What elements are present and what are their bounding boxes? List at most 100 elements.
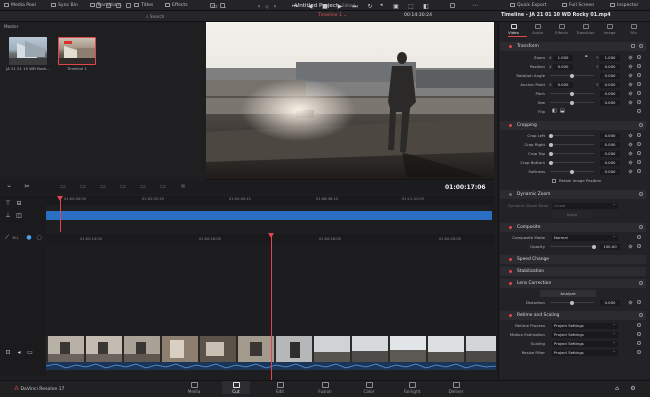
page-tab-media[interactable]: Media: [180, 381, 208, 394]
loop-icon[interactable]: ↻: [367, 4, 373, 10]
crop-bottom-slider[interactable]: [550, 162, 594, 163]
rotation-field[interactable]: 0.000: [600, 72, 620, 79]
opacity-slider[interactable]: [550, 246, 594, 247]
inspector-button[interactable]: Inspector: [610, 2, 638, 9]
enable-dot-icon[interactable]: [509, 124, 512, 127]
audio-icon[interactable]: ◧: [423, 4, 429, 10]
yaw-field[interactable]: 0.000: [600, 99, 620, 106]
slider-knob[interactable]: [570, 300, 574, 305]
home-icon[interactable]: ⌂: [614, 386, 620, 392]
opacity-field[interactable]: 100.00: [600, 243, 620, 250]
link-icon[interactable]: ⚭: [584, 53, 588, 62]
keyframe-icon[interactable]: [628, 99, 633, 105]
tab-file[interactable]: File: [622, 24, 645, 35]
anchor-y-field[interactable]: 0.000: [600, 81, 620, 88]
full-screen-button[interactable]: Full Screen: [562, 2, 594, 9]
keyframe-icon[interactable]: [628, 81, 633, 87]
page-tab-deliver[interactable]: Deliver: [442, 381, 470, 394]
sync-icon[interactable]: ●: [26, 235, 32, 241]
viewer-options-icon[interactable]: [450, 3, 455, 8]
slider-knob[interactable]: [549, 160, 553, 165]
keyframe-icon[interactable]: [628, 243, 633, 249]
lens-correction-section-header[interactable]: Lens Correction: [500, 279, 646, 288]
analyze-button[interactable]: Analyze: [540, 290, 596, 297]
stop-icon[interactable]: ■: [322, 4, 328, 10]
play-icon[interactable]: ▶: [337, 4, 343, 10]
tab-audio[interactable]: Audio: [526, 24, 549, 35]
playhead-line[interactable]: [271, 233, 272, 380]
reset-icon[interactable]: [637, 235, 641, 239]
reset-icon[interactable]: [637, 133, 641, 137]
lock-icon[interactable]: ⊟: [16, 201, 22, 207]
effects-button[interactable]: Effects: [165, 2, 188, 9]
next-clip-icon[interactable]: ›: [272, 4, 278, 10]
list-view-icon[interactable]: [106, 3, 111, 8]
video-frame[interactable]: [206, 22, 494, 179]
view-options-icon[interactable]: ⌄: [222, 4, 228, 10]
video-track-icon[interactable]: ▭: [27, 350, 33, 356]
jump-start-icon[interactable]: ⏮: [292, 4, 298, 10]
reset-icon[interactable]: [639, 225, 643, 229]
ripple-overwrite-icon[interactable]: ▭: [100, 184, 106, 190]
search-field[interactable]: ⌕ Search: [146, 13, 202, 20]
zoom-y-field[interactable]: 1.000: [600, 54, 620, 61]
slider-knob[interactable]: [570, 100, 574, 105]
place-on-top-icon[interactable]: ▭: [140, 184, 146, 190]
distortion-field[interactable]: 0.000: [600, 299, 620, 306]
track-view-icon[interactable]: ⊥: [5, 213, 11, 219]
retime-process-dropdown[interactable]: Project Settings: [552, 321, 618, 329]
enable-dot-icon[interactable]: [509, 282, 512, 285]
reset-icon[interactable]: [639, 281, 643, 285]
keyframe-icon[interactable]: [628, 159, 633, 165]
retain-checkbox[interactable]: [552, 178, 556, 183]
timeline-name[interactable]: Timeline 1 ⌄: [318, 13, 347, 18]
pitch-field[interactable]: 0.000: [600, 90, 620, 97]
speaker-icon[interactable]: ◂: [380, 3, 385, 8]
razor-icon[interactable]: ⌁: [6, 184, 12, 190]
reset-icon[interactable]: [637, 73, 641, 77]
settings-gear-icon[interactable]: ⚙: [630, 386, 636, 392]
enable-dot-icon[interactable]: [509, 193, 512, 196]
mute-icon[interactable]: ◌: [36, 235, 42, 241]
track-settings-icon[interactable]: ⊤: [5, 201, 11, 207]
grid-view-icon[interactable]: [96, 3, 101, 8]
reset-icon[interactable]: [637, 350, 641, 354]
prev-clip-icon[interactable]: ‹: [256, 4, 262, 10]
sync-bin-button[interactable]: Sync Bin: [51, 2, 78, 9]
reset-icon[interactable]: [639, 123, 643, 127]
page-tab-edit[interactable]: Edit: [266, 381, 294, 394]
crop-top-field[interactable]: 0.000: [600, 150, 620, 157]
crop-left-field[interactable]: 0.000: [600, 132, 620, 139]
upper-playhead[interactable]: [60, 196, 61, 232]
slider-knob[interactable]: [549, 133, 553, 138]
reset-icon[interactable]: [637, 323, 641, 327]
enable-dot-icon[interactable]: [509, 270, 512, 273]
flip-vertical-icon[interactable]: ⬓: [560, 107, 565, 116]
swap-button[interactable]: Swap: [552, 211, 592, 218]
tab-effects[interactable]: Effects: [550, 24, 573, 35]
enable-dot-icon[interactable]: [509, 45, 512, 48]
enable-dot-icon[interactable]: [509, 314, 512, 317]
reset-icon[interactable]: [637, 109, 641, 113]
slider-knob[interactable]: [570, 73, 574, 78]
timeline-thumbnail[interactable]: [58, 37, 96, 65]
keyframe-icon[interactable]: [628, 63, 633, 69]
reset-icon[interactable]: [637, 82, 641, 86]
reset-icon[interactable]: [637, 100, 641, 104]
keyframe-icon[interactable]: [628, 299, 633, 305]
transform-section-header[interactable]: Transform: [500, 42, 646, 51]
reset-icon[interactable]: [637, 341, 641, 345]
slider-knob[interactable]: [549, 151, 553, 156]
section-menu-icon[interactable]: [631, 44, 635, 48]
clip-mode-icon[interactable]: ▭: [212, 4, 218, 10]
resize-filter-dropdown[interactable]: Project Settings: [552, 348, 618, 356]
reset-icon[interactable]: [637, 160, 641, 164]
ease-dropdown[interactable]: Linear: [552, 201, 618, 209]
zoom-x-field[interactable]: 1.000: [553, 54, 573, 61]
scissors-icon[interactable]: ✂: [24, 184, 30, 190]
reset-icon[interactable]: [637, 64, 641, 68]
crop-bottom-field[interactable]: 0.000: [600, 159, 620, 166]
keyframe-icon[interactable]: [628, 141, 633, 147]
keyframe-icon[interactable]: [628, 54, 633, 60]
link-icon[interactable]: ⟋: [4, 235, 10, 241]
